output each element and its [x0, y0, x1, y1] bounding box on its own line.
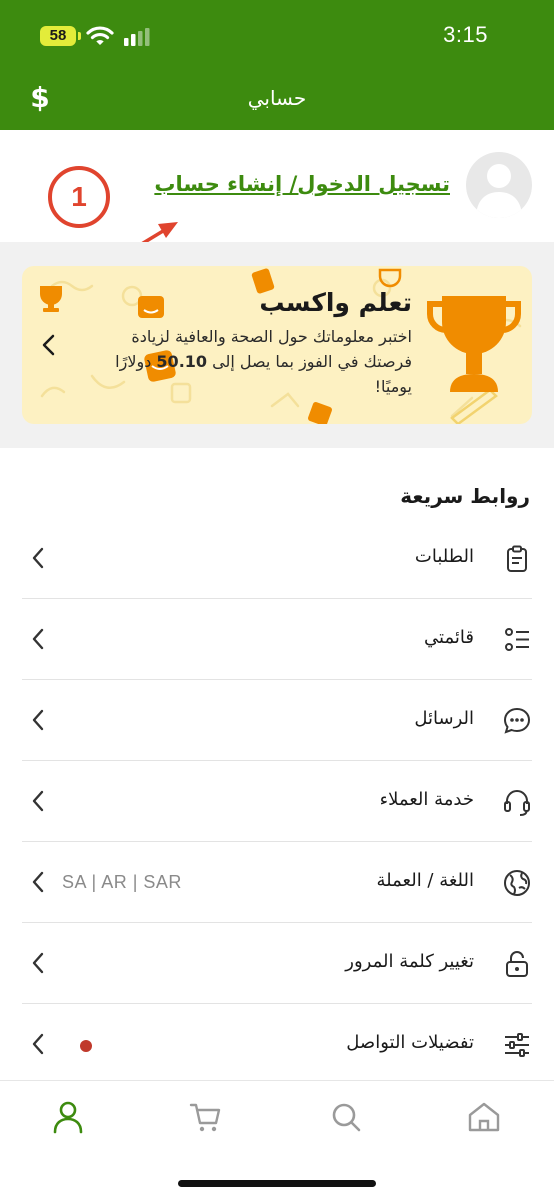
chevron-left-icon: [32, 1033, 44, 1055]
annotation-callout: 1: [48, 166, 110, 228]
avatar[interactable]: [466, 152, 532, 218]
status-bar: 58 3:15: [0, 0, 554, 72]
chat-bubble-icon: [503, 707, 531, 734]
sliders-icon: [505, 1033, 529, 1057]
login-register-link[interactable]: تسجيل الدخول/ إنشاء حساب: [154, 172, 450, 196]
list-item-change-password[interactable]: تغيير كلمة المرور: [22, 923, 532, 1004]
banner-text: تعلم واكسب اختبر معلوماتك حول الصحة والع…: [112, 286, 412, 399]
list-item-label: الطلبات: [414, 546, 474, 567]
promo-section: تعلم واكسب اختبر معلوماتك حول الصحة والع…: [0, 242, 554, 448]
chevron-left-icon: [32, 952, 44, 974]
wifi-icon: [86, 26, 114, 45]
list-item-messages[interactable]: الرسائل: [22, 680, 532, 761]
clipboard-icon: [507, 545, 527, 572]
nav-search-icon[interactable]: [328, 1099, 364, 1135]
list-item-customer-service[interactable]: خدمة العملاء: [22, 761, 532, 842]
headset-icon: [504, 790, 530, 816]
nav-cart-icon[interactable]: [188, 1099, 224, 1135]
signal-icon: [124, 28, 150, 46]
quick-links-list: الطلبات قائمتي الرسائل خدمة العملاء اللغ…: [22, 518, 532, 1085]
user-placeholder-icon: [476, 164, 522, 218]
learn-earn-banner[interactable]: تعلم واكسب اختبر معلوماتك حول الصحة والع…: [22, 266, 532, 424]
chevron-left-icon: [32, 790, 44, 812]
list-item-label: الرسائل: [414, 708, 474, 729]
banner-description: اختبر معلوماتك حول الصحة والعافية لزيادة…: [112, 324, 412, 399]
nav-home-icon[interactable]: [466, 1099, 502, 1135]
battery-indicator: 58: [40, 26, 76, 46]
notification-dot: [80, 1040, 92, 1052]
page-title: حسابي: [247, 86, 307, 110]
battery-tip: [78, 32, 81, 40]
banner-amount: 50.10: [156, 352, 208, 371]
chevron-left-icon[interactable]: [38, 332, 60, 358]
list-item-my-list[interactable]: قائمتي: [22, 599, 532, 680]
language-currency-value: SA | AR | SAR: [62, 872, 182, 892]
list-item-label: تفضيلات التواصل: [346, 1032, 474, 1053]
globe-icon: [504, 870, 530, 896]
list-item-label: خدمة العملاء: [379, 789, 474, 810]
chevron-left-icon: [32, 709, 44, 731]
lock-icon: [506, 951, 528, 977]
list-item-label: قائمتي: [424, 627, 474, 648]
trophy-icon: [427, 296, 521, 392]
list-item-language-currency[interactable]: اللغة / العملة SA | AR | SAR: [22, 842, 532, 923]
chevron-left-icon: [32, 628, 44, 650]
tag-icon: [308, 402, 332, 424]
chevron-left-icon: [32, 871, 44, 893]
chevron-left-icon: [32, 547, 44, 569]
small-trophy-icon: [40, 286, 62, 312]
quick-links-title: روابط سريعة: [400, 484, 530, 508]
list-item-label: اللغة / العملة: [376, 870, 474, 891]
list-icon: [505, 628, 529, 651]
list-item-orders[interactable]: الطلبات: [22, 518, 532, 599]
status-time: 3:15: [443, 22, 488, 47]
banner-title: تعلم واكسب: [259, 288, 412, 317]
list-item-label: تغيير كلمة المرور: [345, 951, 474, 972]
list-item-communication-preferences[interactable]: تفضيلات التواصل: [22, 1004, 532, 1085]
nav-account-user-icon[interactable]: [50, 1099, 86, 1135]
home-indicator: [178, 1180, 376, 1187]
app-header: 58 3:15 $ حسابي: [0, 0, 554, 130]
